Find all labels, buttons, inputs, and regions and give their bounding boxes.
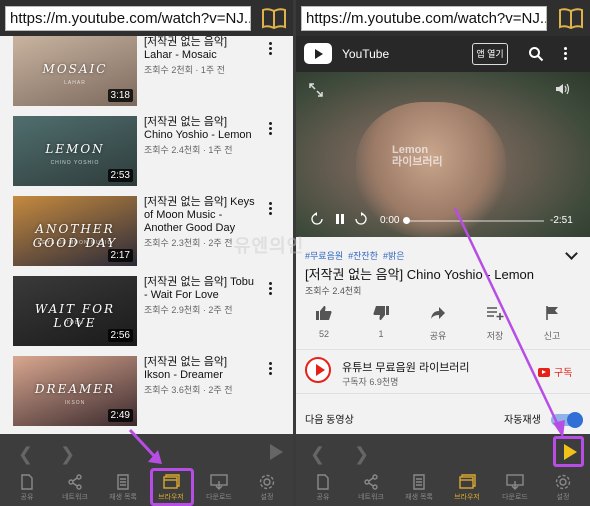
annotation-arrows: [128, 207, 565, 464]
